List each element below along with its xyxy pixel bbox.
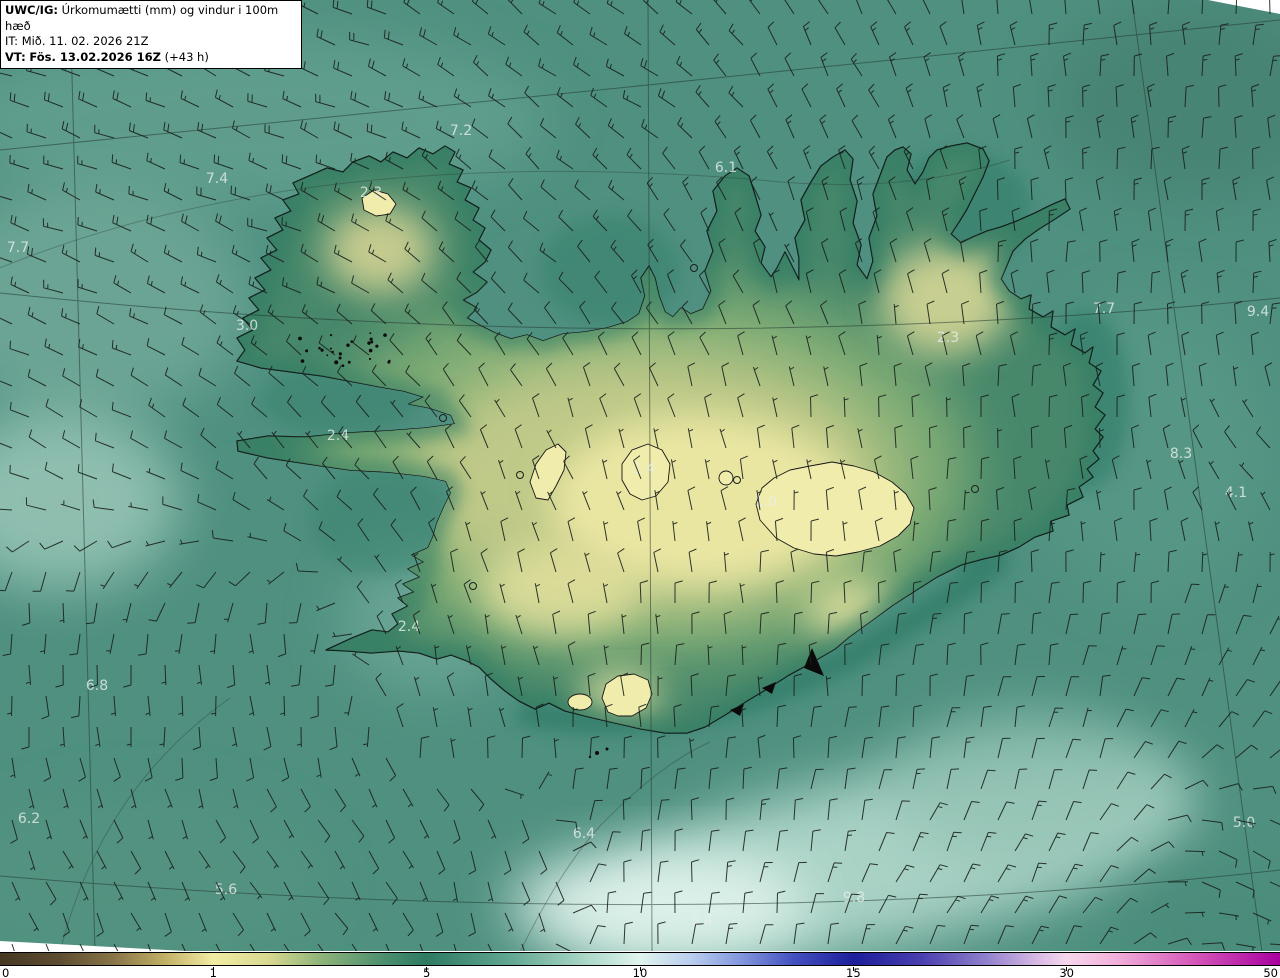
- valid-label: VT:: [5, 49, 26, 64]
- islet-dot: [369, 337, 373, 341]
- valid-time-line: VT: Fös. 13.02.2026 16Z (+43 h): [5, 50, 296, 66]
- islet-dot: [346, 343, 350, 347]
- islet-dot: [375, 344, 379, 348]
- islet-dot: [326, 354, 329, 357]
- islet-dot: [368, 357, 372, 361]
- islet-dot: [367, 341, 371, 345]
- valid-offset: (+43 h): [164, 49, 209, 64]
- islet-dot: [329, 347, 332, 350]
- islet-dot: [388, 359, 391, 363]
- contour-label: 1.4: [633, 461, 655, 477]
- contour-label: 2.3: [360, 185, 382, 201]
- colorbar-tick-label: 30: [1059, 966, 1074, 978]
- islet-dot: [383, 333, 387, 337]
- islet-dot: [370, 340, 374, 344]
- islet-dot: [347, 360, 351, 364]
- islet-dot: [350, 340, 354, 343]
- contour-label: 7.4: [206, 171, 228, 187]
- contour-label: 7.7: [7, 240, 29, 256]
- contour-label: 5.6: [215, 882, 237, 898]
- islet-dot: [338, 352, 342, 356]
- colorbar-tick-label: 1: [209, 966, 217, 978]
- title-box: UWC/IG: Úrkomumætti (mm) og vindur i 100…: [0, 0, 302, 69]
- colorbar-tick-label: 0: [2, 966, 10, 978]
- contour-label: 6.4: [573, 826, 595, 842]
- islet-dot: [368, 348, 373, 353]
- valid-value: Fös. 13.02.2026 16Z: [29, 49, 161, 64]
- islet-dot: [341, 364, 345, 368]
- colorbar-tick-label: 5: [422, 966, 431, 978]
- contour-label: 7.7: [1093, 301, 1115, 317]
- contour-label: 2.4: [398, 619, 420, 635]
- islet-dot: [298, 336, 302, 341]
- colorbar-tick-label: 50: [1263, 966, 1278, 978]
- weather-map: 7.27.46.17.73.02.32.37.7 9.42.41.41.08.34…: [0, 0, 1280, 952]
- contour-label: 6.2: [18, 811, 40, 827]
- islet-dot: [305, 349, 309, 353]
- contour-label: 9.8: [843, 890, 865, 906]
- islet-dot: [334, 360, 339, 365]
- contour-label: 7.2: [450, 123, 472, 139]
- init-value: Mið. 11. 02. 2026 21Z: [21, 34, 149, 48]
- islet-dot: [369, 332, 372, 335]
- contour-label: 3.0: [236, 318, 258, 334]
- precipitation-colorbar: 0 1 5 10 15 30 50: [0, 951, 1280, 978]
- contour-label: 9.4: [1247, 304, 1269, 320]
- contour-label: 5.4: [691, 913, 713, 929]
- init-time-line: IT: Mið. 11. 02. 2026 21Z: [5, 34, 296, 50]
- colorbar-tick-label: 10: [632, 966, 648, 978]
- map-title-line: UWC/IG: Úrkomumætti (mm) og vindur i 100…: [5, 3, 296, 34]
- islet-dot: [338, 356, 342, 360]
- colorbar-gradient: [0, 952, 1280, 966]
- init-label: IT:: [5, 34, 19, 48]
- islet-dot: [318, 346, 321, 350]
- contour-label: 6.1: [715, 160, 737, 176]
- contour-label: 8.3: [1170, 446, 1192, 462]
- weather-forecast-page: 7.2 7.4 6.1 7.7 3.0 2.3 2.3 7.7 9.4 2.4 1.4 1.0 8.3 4…: [0, 0, 1280, 978]
- islet-dot: [300, 359, 305, 363]
- product-id: UWC/IG:: [5, 3, 58, 17]
- contour-label: 4.1: [1225, 485, 1247, 501]
- colorbar-tick-label: 15: [846, 966, 861, 978]
- islet-dot: [320, 348, 324, 352]
- islet-dot: [329, 334, 333, 337]
